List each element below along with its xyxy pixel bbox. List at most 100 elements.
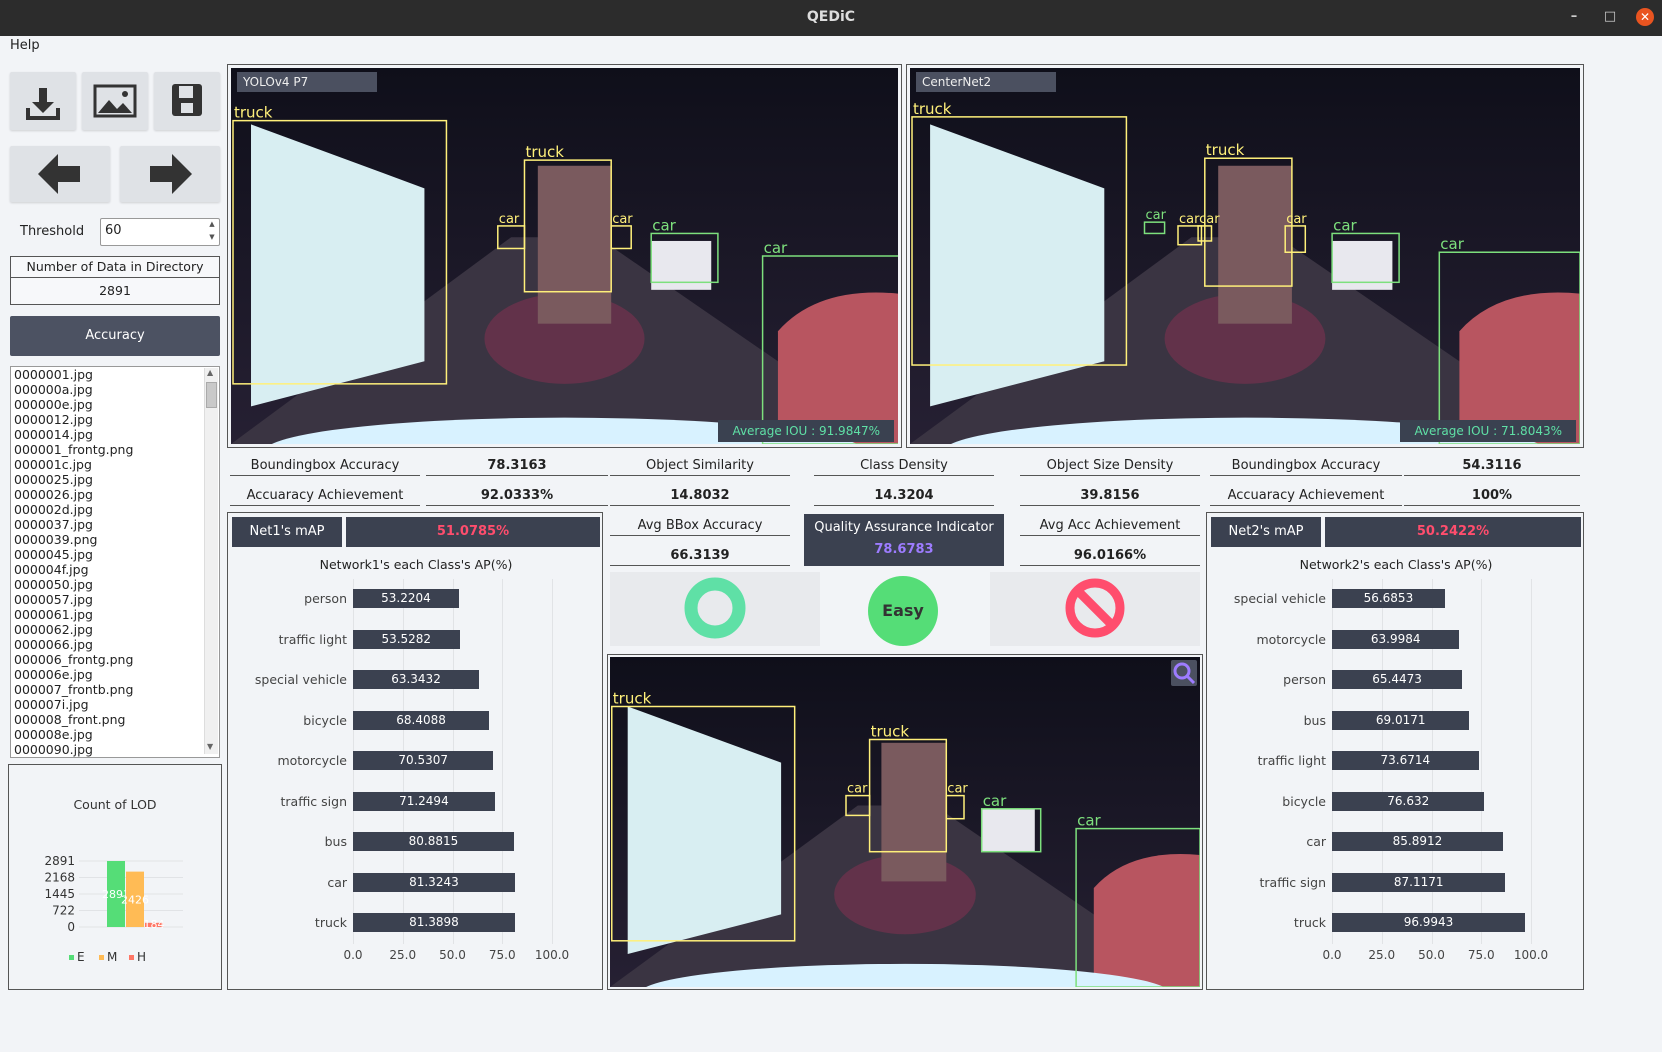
bbox-label: truck [871, 723, 910, 741]
net2-panel: Net2's mAP 50.2422% Network2's each Clas… [1206, 512, 1584, 990]
category-label: motorcycle [277, 753, 347, 768]
file-list-item[interactable]: 0000061.jpg [11, 607, 219, 622]
threshold-spinbox[interactable]: 60 [100, 218, 220, 246]
file-list-item[interactable]: 0000014.jpg [11, 427, 219, 442]
prev-button[interactable] [10, 146, 110, 202]
avg-acc-value: 96.0166% [1020, 548, 1200, 566]
bbox-accuracy-value-1: 78.3163 [426, 458, 608, 476]
grid-line [552, 579, 553, 944]
bbox-label: car [612, 212, 633, 227]
ap-bar: 87.1171 [1332, 872, 1506, 892]
save-icon [172, 84, 202, 116]
bbox-label: car [1199, 212, 1220, 227]
bbox-label: car [947, 782, 968, 797]
spin-down-icon[interactable]: ▼ [206, 233, 218, 241]
file-list-item[interactable]: 0000001.jpg [11, 367, 219, 382]
minimize-button[interactable]: – [1565, 8, 1583, 26]
net1-panel: Net1's mAP 51.0785% Network1's each Clas… [227, 512, 603, 990]
lod-chart-panel: Count of LOD 2891 2168 1445 722 0 2891 E 2426 M 1… [8, 764, 222, 990]
file-list-scrollbar[interactable]: ▲ ▼ [204, 368, 218, 754]
bbox-label: car [764, 239, 788, 257]
file-list-item[interactable]: 0000057.jpg [11, 592, 219, 607]
qai-label: Quality Assurance Indicator [814, 520, 994, 535]
file-list-item[interactable]: 0000045.jpg [11, 547, 219, 562]
category-label: traffic sign [280, 793, 347, 809]
object-similarity-value: 14.8032 [610, 488, 790, 506]
category-label: bus [324, 834, 347, 849]
file-list-item[interactable]: 0000012.jpg [11, 412, 219, 427]
ap-bar: 56.6853 [1332, 589, 1445, 608]
lod-bar-label: 184 [144, 918, 165, 931]
net1-ap-chart: 0.0 25.0 50.0 75.0 100.0 person 53.2204 traffic… [228, 573, 604, 983]
achievement-label-2: Accuaracy Achievement [1210, 488, 1402, 506]
y-tick-label: 0 [67, 920, 75, 934]
scroll-down-icon[interactable]: ▼ [207, 742, 213, 751]
file-list-item[interactable]: 0000025.jpg [11, 472, 219, 487]
bbox-accuracy-label-1: Boundingbox Accuracy [230, 458, 420, 476]
net2-ap-chart: 0.0 25.0 50.0 75.0 100.0 special vehicle 56.68… [1207, 573, 1585, 983]
spin-up-icon[interactable]: ▲ [206, 220, 218, 228]
zoom-button[interactable] [1171, 660, 1197, 686]
x-tick-label: 75.0 [488, 947, 516, 962]
bbox-label: car [847, 782, 868, 797]
difficulty-badge: Easy [868, 576, 938, 646]
download-icon [26, 88, 60, 120]
file-list-item[interactable]: 000007_frontb.png [11, 682, 219, 697]
class-density-label: Class Density [814, 458, 994, 476]
file-list-item[interactable]: 0000037.jpg [11, 517, 219, 532]
file-list-item[interactable]: 000004f.jpg [11, 562, 219, 577]
directory-count-label: Number of Data in Directory [10, 256, 220, 278]
scroll-up-icon[interactable]: ▲ [207, 368, 213, 377]
net1-chart-title: Network1's each Class's AP(%) [319, 557, 513, 572]
file-list-item[interactable]: 0000090.jpg [11, 742, 219, 757]
category-label: motorcycle [1256, 631, 1326, 647]
camera-panel-3: truck truck car car car car [607, 654, 1203, 990]
file-list-item[interactable]: 0000050.jpg [11, 577, 219, 592]
close-button[interactable]: ✕ [1636, 8, 1654, 26]
file-list-item[interactable]: 000007i.jpg [11, 697, 219, 712]
scroll-thumb[interactable] [206, 382, 217, 408]
category-label: bus [1303, 712, 1326, 728]
file-list-item[interactable]: 000002d.jpg [11, 502, 219, 517]
file-list-item[interactable]: 000000e.jpg [11, 397, 219, 412]
file-list-item[interactable]: 0000062.jpg [11, 622, 219, 637]
legend-swatch [99, 955, 104, 960]
category-label: special vehicle [1233, 591, 1326, 606]
menu-help[interactable]: Help [10, 38, 40, 53]
directory-count-value: 2891 [10, 277, 220, 305]
bbox-label: car [1286, 212, 1307, 227]
save-button[interactable] [154, 72, 220, 130]
container-truck [537, 165, 612, 324]
file-list-item[interactable]: 000001_frontg.png [11, 442, 219, 457]
x-tick-label: 50.0 [439, 947, 466, 962]
achievement-label-1: Accuaracy Achievement [230, 488, 420, 506]
x-tick-label: 0.0 [1322, 947, 1342, 962]
red-car [1093, 854, 1200, 987]
x-tick-label: 25.0 [389, 947, 417, 962]
image-button[interactable] [82, 72, 148, 130]
file-list-item[interactable]: 0000026.jpg [11, 487, 219, 502]
file-list-item[interactable]: 000000a.jpg [11, 382, 219, 397]
legend-swatch [69, 955, 74, 960]
file-list-item[interactable]: 000008_front.png [11, 712, 219, 727]
next-button[interactable] [120, 146, 220, 202]
category-label: traffic sign [1259, 874, 1326, 890]
file-list-item[interactable]: 0000066.jpg [11, 637, 219, 652]
ap-bar: 73.6714 [1332, 751, 1479, 770]
bbox-label: car [1179, 212, 1200, 227]
file-list[interactable]: 0000001.jpg 000000a.jpg 000000e.jpg 0000012… [10, 366, 220, 758]
accuracy-button[interactable]: Accuracy [10, 316, 220, 356]
legend-label: H [137, 950, 146, 964]
white-car [981, 808, 1035, 852]
file-list-item[interactable]: 000001c.jpg [11, 457, 219, 472]
category-label: bicycle [303, 712, 347, 728]
bbox-accuracy-label-2: Boundingbox Accuracy [1210, 458, 1402, 476]
file-list-item[interactable]: 000006e.jpg [11, 667, 219, 682]
file-list-item[interactable]: 000006_frontg.png [11, 652, 219, 667]
load-button[interactable] [10, 72, 76, 130]
file-list-item[interactable]: 0000039.png [11, 532, 219, 547]
file-list-item[interactable]: 000008e.jpg [11, 727, 219, 742]
bbox-label: car [983, 792, 1007, 810]
maximize-button[interactable]: □ [1601, 8, 1619, 26]
bbox-label: truck [1206, 141, 1245, 159]
